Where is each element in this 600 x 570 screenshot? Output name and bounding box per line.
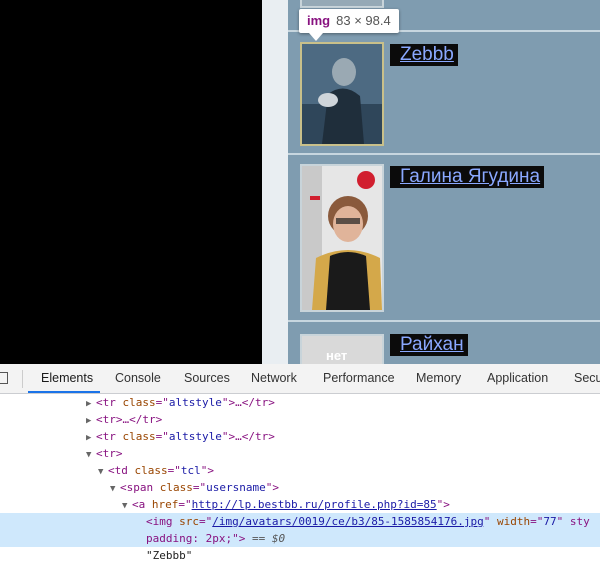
tab-sources[interactable]: Sources: [184, 364, 230, 393]
tab-network[interactable]: Network: [251, 364, 297, 393]
avatar-src-link[interactable]: /img/avatars/0019/ce/b3/85-1585854176.jp…: [212, 515, 484, 528]
element-inspect-tooltip: img 83 × 98.4: [299, 9, 399, 33]
dom-node-selected-cont[interactable]: padding: 2px;"> == $0: [0, 530, 600, 547]
tab-performance[interactable]: Performance: [323, 364, 395, 393]
svg-text:нет: нет: [326, 348, 347, 363]
devtools-panel: Elements Console Sources Network Perform…: [0, 364, 600, 570]
username-link[interactable]: Райхан: [390, 334, 468, 356]
dom-node[interactable]: ▼ <tr>: [0, 445, 600, 462]
username-link[interactable]: Галина Ягудина: [390, 166, 545, 188]
row-separator: [288, 320, 600, 322]
dom-node[interactable]: ▼ <a href="http://lp.bestbb.ru/profile.ph…: [0, 496, 600, 513]
page-divider: [262, 0, 288, 364]
tab-security[interactable]: Secu: [574, 364, 600, 393]
avatar-galina[interactable]: [300, 164, 384, 312]
username-link[interactable]: Zebbb: [390, 44, 458, 66]
dom-node[interactable]: ▼ <td class="tcl">: [0, 462, 600, 479]
dom-tree: ▶ <tr class="altstyle">…</tr> ▶ <tr>…</tr>…: [0, 394, 600, 570]
avatar-previous[interactable]: [300, 0, 384, 8]
dom-text-node[interactable]: "Zebbb": [0, 547, 600, 564]
dom-node[interactable]: ▶ <tr>…</tr>: [0, 411, 600, 428]
dom-node[interactable]: ▶ <tr class="altstyle">…</tr>: [0, 394, 600, 411]
user-list: Zebbb Галина Ягудина нет Райхан: [288, 0, 600, 364]
dom-node-selected[interactable]: <img src="/img/avatars/0019/ce/b3/85-158…: [0, 513, 600, 530]
tooltip-dimensions: 83 × 98.4: [336, 13, 391, 28]
tooltip-tag: img: [307, 13, 331, 28]
device-toggle-icon[interactable]: [0, 372, 8, 384]
tab-elements[interactable]: Elements: [41, 364, 93, 393]
row-separator: [288, 153, 600, 155]
profile-link[interactable]: http://lp.bestbb.ru/profile.php?id=85: [192, 498, 437, 511]
tab-memory[interactable]: Memory: [416, 364, 461, 393]
devtools-tabbar: Elements Console Sources Network Perform…: [0, 364, 600, 394]
dom-node[interactable]: ▶ <tr class="altstyle">…</tr>: [0, 428, 600, 445]
dom-node[interactable]: ▼ <span class="usersname">: [0, 479, 600, 496]
black-panel: [0, 0, 262, 364]
avatar-zebbb[interactable]: [300, 42, 384, 146]
tooltip-arrow: [309, 33, 323, 41]
active-tab-indicator: [28, 391, 100, 393]
tab-separator: [22, 370, 23, 388]
tab-console[interactable]: Console: [115, 364, 161, 393]
avatar-raikhan[interactable]: нет: [300, 334, 384, 364]
tab-application[interactable]: Application: [487, 364, 548, 393]
